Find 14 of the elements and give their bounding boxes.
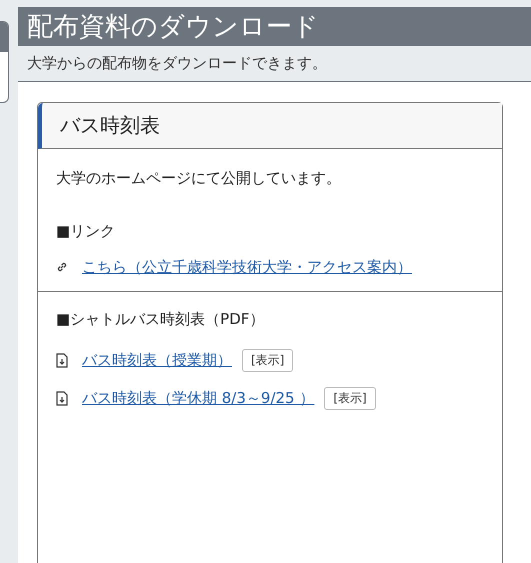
document-link[interactable]: バス時刻表（学休期 8/3～9/25 ） <box>82 388 314 408</box>
file-download-icon <box>56 352 68 368</box>
link-icon <box>56 261 68 273</box>
document-link[interactable]: バス時刻表（授業期） <box>82 350 232 370</box>
document-link[interactable]: こちら（公立千歳科学技術大学・アクセス案内） <box>82 258 412 276</box>
intro-text: 大学のホームページにて公開しています。 <box>56 169 342 188</box>
section-heading: ■シャトルバス時刻表（PDF） <box>56 310 266 329</box>
section-heading: ■リンク <box>56 222 116 241</box>
view-button[interactable]: [表示] <box>324 386 376 410</box>
view-button[interactable]: [表示] <box>242 348 294 372</box>
page-subtitle: 大学からの配布物をダウンロードできます。 <box>27 54 327 73</box>
page-title: 配布資料のダウンロード <box>27 10 319 44</box>
card-title: バス時刻表 <box>60 112 160 139</box>
file-download-icon <box>56 390 68 406</box>
